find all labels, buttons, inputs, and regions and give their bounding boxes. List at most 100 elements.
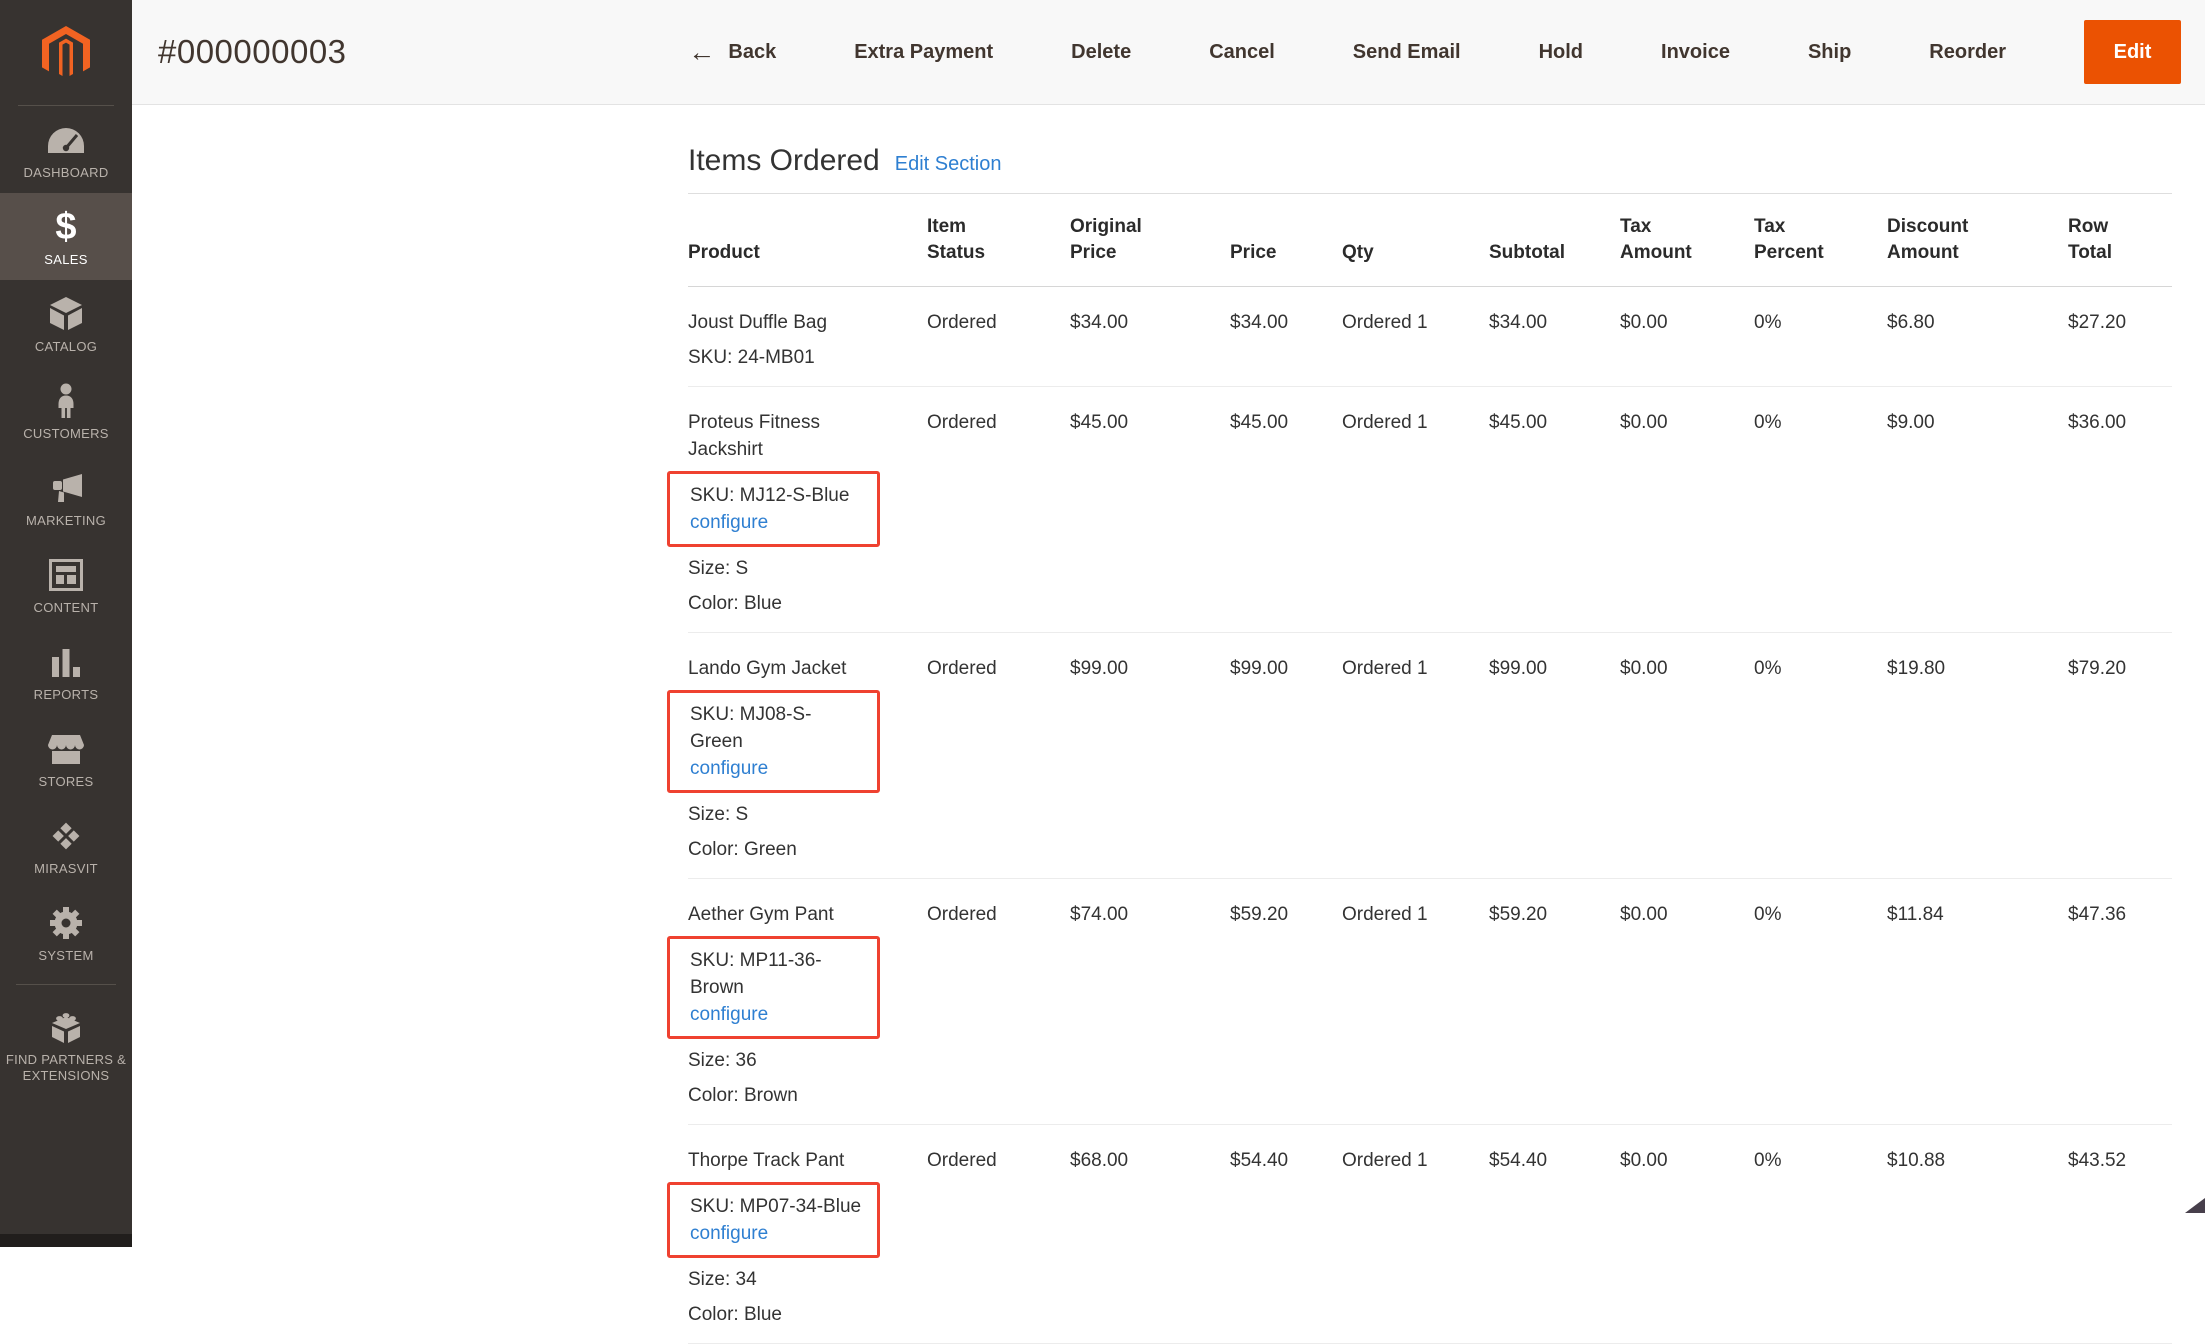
product-color: Color: Green xyxy=(688,837,907,863)
configure-link[interactable]: configure xyxy=(690,1001,768,1028)
sales-icon: $ xyxy=(4,208,128,246)
row-total-cell: $43.52 xyxy=(2068,1147,2172,1328)
ship-button[interactable]: Ship xyxy=(1808,41,1851,64)
sidebar-item-content[interactable]: CONTENT xyxy=(0,541,132,628)
original-price-cell: $99.00 xyxy=(1070,655,1230,863)
subtotal-cell: $99.00 xyxy=(1489,655,1620,863)
sidebar-item-stores[interactable]: STORES xyxy=(0,715,132,802)
table-row: Thorpe Track Pant SKU: MP07-34-Blue conf… xyxy=(688,1125,2172,1344)
table-row: Proteus FitnessJackshirt SKU: MJ12-S-Blu… xyxy=(688,387,2172,633)
back-button[interactable]: ← Back xyxy=(688,39,776,66)
sidebar-item-marketing[interactable]: MARKETING xyxy=(0,454,132,541)
qty-cell: Ordered 1 xyxy=(1342,655,1489,863)
col-header-tax-amount: TaxAmount xyxy=(1620,214,1754,266)
qty-cell: Ordered 1 xyxy=(1342,1147,1489,1328)
page-title: #000000003 xyxy=(158,33,347,71)
col-header-product: Product xyxy=(688,214,927,266)
sidebar-item-reports[interactable]: REPORTS xyxy=(0,628,132,715)
sidebar-item-sales[interactable]: $ SALES xyxy=(0,193,132,280)
sidebar-item-label: CONTENT xyxy=(4,600,128,616)
magento-logo[interactable] xyxy=(0,0,132,106)
col-header-qty: Qty xyxy=(1342,214,1489,266)
sidebar-item-label: MARKETING xyxy=(4,513,128,529)
product-sku: SKU: MJ08-S-Green xyxy=(690,701,863,755)
section-title: Items Ordered xyxy=(688,144,880,178)
extra-payment-button[interactable]: Extra Payment xyxy=(854,41,993,64)
table-row: Lando Gym Jacket SKU: MJ08-S-Green confi… xyxy=(688,633,2172,879)
tax-percent-cell: 0% xyxy=(1754,901,1887,1109)
sidebar-item-label: FIND PARTNERS & EXTENSIONS xyxy=(4,1052,128,1084)
edit-section-link[interactable]: Edit Section xyxy=(895,153,1002,176)
product-name: Aether Gym Pant xyxy=(688,901,907,928)
sidebar-item-system[interactable]: SYSTEM xyxy=(0,889,132,976)
sidebar-item-mirasvit[interactable]: MIRASVIT xyxy=(0,802,132,889)
table-row: Joust Duffle Bag SKU: 24-MB01 Ordered $3… xyxy=(688,287,2172,387)
product-color: Color: Blue xyxy=(688,591,907,617)
product-name: Thorpe Track Pant xyxy=(688,1147,907,1174)
catalog-icon xyxy=(4,295,128,333)
subtotal-cell: $59.20 xyxy=(1489,901,1620,1109)
invoice-button[interactable]: Invoice xyxy=(1661,41,1730,64)
items-table-header: Product ItemStatus OriginalPrice Price Q… xyxy=(688,214,2172,287)
original-price-cell: $45.00 xyxy=(1070,409,1230,617)
configure-link[interactable]: configure xyxy=(690,1220,768,1247)
sidebar-item-label: SALES xyxy=(4,252,128,268)
original-price-cell: $34.00 xyxy=(1070,309,1230,371)
row-total-cell: $47.36 xyxy=(2068,901,2172,1109)
delete-button[interactable]: Delete xyxy=(1071,41,1131,64)
sidebar-item-find-partners-extensions[interactable]: FIND PARTNERS & EXTENSIONS xyxy=(0,993,132,1096)
col-header-discount-amount: DiscountAmount xyxy=(1887,214,2068,266)
row-total-cell: $79.20 xyxy=(2068,655,2172,863)
reorder-button[interactable]: Reorder xyxy=(1929,41,2006,64)
product-size: Size: S xyxy=(688,802,907,828)
sidebar-item-label: CATALOG xyxy=(4,339,128,355)
product-name: Proteus FitnessJackshirt xyxy=(688,409,907,463)
configure-link[interactable]: configure xyxy=(690,755,768,782)
col-header-row-total: RowTotal xyxy=(2068,214,2172,266)
send-email-button[interactable]: Send Email xyxy=(1353,41,1461,64)
edit-button[interactable]: Edit xyxy=(2084,20,2181,84)
items-ordered-section-head: Items Ordered Edit Section xyxy=(688,144,2172,178)
sidebar-item-catalog[interactable]: CATALOG xyxy=(0,280,132,367)
sidebar-item-label: MIRASVIT xyxy=(4,861,128,877)
sidebar-item-label: DASHBOARD xyxy=(4,165,128,181)
product-size: Size: 36 xyxy=(688,1048,907,1074)
subtotal-cell: $45.00 xyxy=(1489,409,1620,617)
order-actions: ← Back Extra Payment Delete Cancel Send … xyxy=(688,20,2205,84)
tax-percent-cell: 0% xyxy=(1754,655,1887,863)
system-icon xyxy=(4,904,128,942)
sidebar-item-label: CUSTOMERS xyxy=(4,426,128,442)
price-cell: $99.00 xyxy=(1230,655,1342,863)
product-size: Size: 34 xyxy=(688,1267,907,1293)
product-color: Color: Brown xyxy=(688,1083,907,1109)
discount-amount-cell: $9.00 xyxy=(1887,409,2068,617)
table-row: Aether Gym Pant SKU: MP11-36-Brown confi… xyxy=(688,879,2172,1125)
mirasvit-icon xyxy=(4,817,128,855)
sku-block: SKU: MP11-36-Brown configure xyxy=(667,936,880,1039)
discount-amount-cell: $19.80 xyxy=(1887,655,2068,863)
col-header-item-status: ItemStatus xyxy=(927,214,1070,266)
item-status-cell: Ordered xyxy=(927,309,1070,371)
price-cell: $45.00 xyxy=(1230,409,1342,617)
tax-amount-cell: $0.00 xyxy=(1620,309,1754,371)
tax-amount-cell: $0.00 xyxy=(1620,409,1754,617)
item-status-cell: Ordered xyxy=(927,1147,1070,1328)
original-price-cell: $74.00 xyxy=(1070,901,1230,1109)
price-cell: $34.00 xyxy=(1230,309,1342,371)
product-size: Size: S xyxy=(688,556,907,582)
discount-amount-cell: $11.84 xyxy=(1887,901,2068,1109)
configure-link[interactable]: configure xyxy=(690,509,768,536)
discount-amount-cell: $6.80 xyxy=(1887,309,2068,371)
original-price-cell: $68.00 xyxy=(1070,1147,1230,1328)
admin-sidebar: DASHBOARD $ SALES CATALOG CUSTOMERS xyxy=(0,0,132,1247)
tax-percent-cell: 0% xyxy=(1754,309,1887,371)
sidebar-item-label: STORES xyxy=(4,774,128,790)
sidebar-item-dashboard[interactable]: DASHBOARD xyxy=(0,106,132,193)
hold-button[interactable]: Hold xyxy=(1539,41,1583,64)
cancel-button[interactable]: Cancel xyxy=(1209,41,1275,64)
item-status-cell: Ordered xyxy=(927,901,1070,1109)
arrow-left-icon: ← xyxy=(688,39,715,66)
sku-block: SKU: MJ12-S-Blue configure xyxy=(667,471,880,547)
row-total-cell: $27.20 xyxy=(2068,309,2172,371)
sidebar-item-customers[interactable]: CUSTOMERS xyxy=(0,367,132,454)
